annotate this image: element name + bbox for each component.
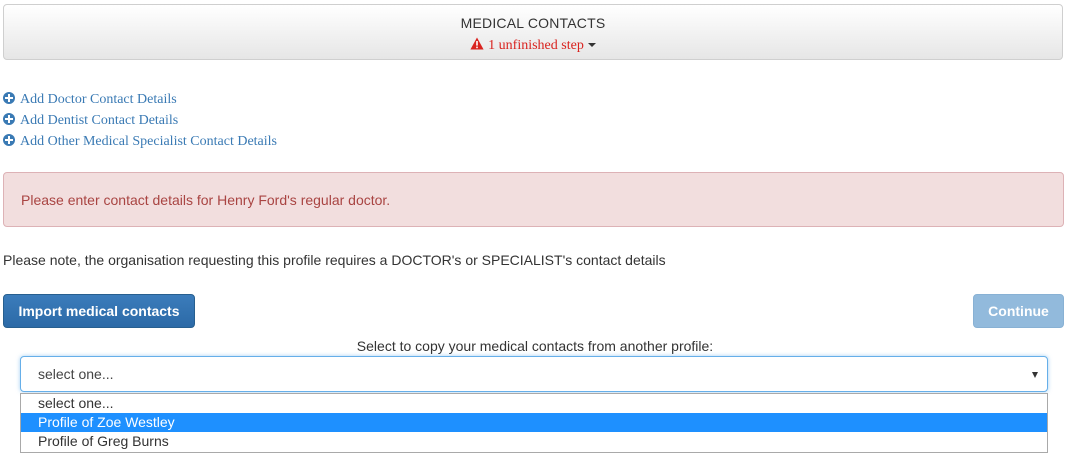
option-zoe-westley[interactable]: Profile of Zoe Westley [21,413,1047,432]
import-medical-contacts-button[interactable]: Import medical contacts [3,294,195,328]
caret-down-icon [587,43,596,47]
dropdown-arrow-icon [1032,372,1038,378]
plus-circle-icon [3,113,15,125]
section-title: MEDICAL CONTACTS [460,15,606,31]
plus-circle-icon [3,134,15,146]
continue-button[interactable]: Continue [973,294,1064,328]
section-header: MEDICAL CONTACTS 1 unfinished step [3,4,1063,60]
add-specialist-label: Add Other Medical Specialist Contact Det… [20,134,277,149]
option-select-one[interactable]: select one... [21,394,1047,413]
add-dentist-link[interactable]: Add Dentist Contact Details [3,112,277,133]
unfinished-steps-toggle[interactable]: 1 unfinished step [4,37,1062,54]
copy-profile-options: select one... Profile of Zoe Westley Pro… [20,393,1048,453]
copy-profile-select-value: select one... [38,366,114,382]
error-alert-text: Please enter contact details for Henry F… [21,192,391,208]
copy-select-label: Select to copy your medical contacts fro… [356,338,714,354]
option-greg-burns[interactable]: Profile of Greg Burns [21,432,1047,451]
unfinished-steps-label: 1 unfinished step [488,38,584,53]
add-dentist-label: Add Dentist Contact Details [20,113,179,128]
copy-profile-select[interactable]: select one... [20,356,1048,392]
error-alert: Please enter contact details for Henry F… [3,172,1064,227]
add-contact-links: Add Doctor Contact Details Add Dentist C… [3,91,277,154]
add-doctor-label: Add Doctor Contact Details [20,92,177,107]
add-specialist-link[interactable]: Add Other Medical Specialist Contact Det… [3,133,277,154]
warning-icon [470,37,484,50]
add-doctor-link[interactable]: Add Doctor Contact Details [3,91,277,112]
requirement-note: Please note, the organisation requesting… [3,252,666,268]
plus-circle-icon [3,92,15,104]
